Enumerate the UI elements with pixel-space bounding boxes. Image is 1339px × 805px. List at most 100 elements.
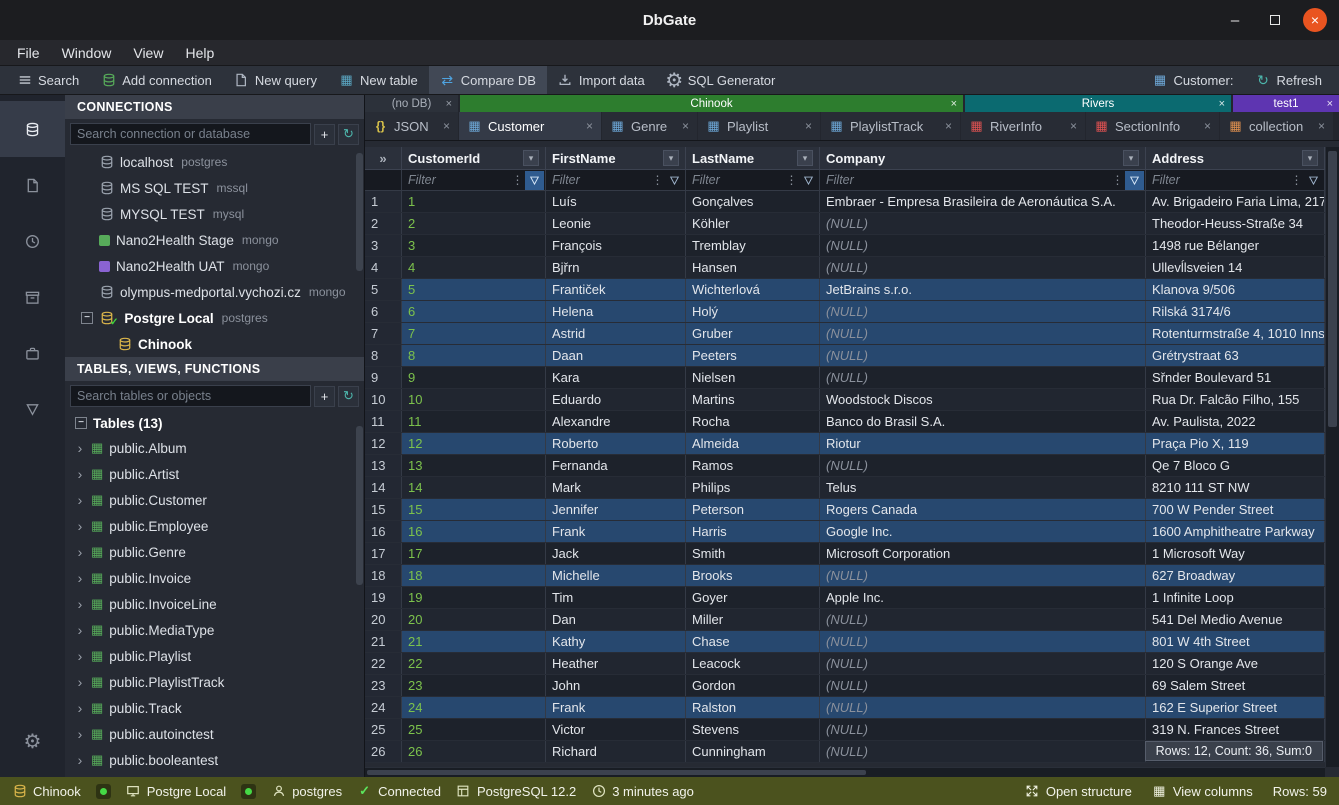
close-tab-icon[interactable]: × (443, 119, 450, 133)
close-tab-icon[interactable]: × (945, 119, 952, 133)
column-dropdown-icon[interactable]: ▾ (1123, 150, 1139, 166)
dbgroup-rivers[interactable]: Rivers× (965, 95, 1231, 112)
add-connection-small-button[interactable]: + (314, 124, 335, 145)
chevron-right-icon[interactable]: › (75, 648, 85, 664)
status-chinook[interactable]: Chinook (12, 784, 81, 799)
collapse-icon[interactable]: − (75, 417, 87, 429)
status-connected[interactable]: ✓Connected (357, 784, 441, 799)
minimize-button[interactable]: – (1223, 8, 1247, 32)
column-header-company[interactable]: Company▾ (820, 147, 1146, 169)
sidebar-files-button[interactable] (0, 157, 65, 213)
column-header-address[interactable]: Address▾ (1146, 147, 1325, 169)
chevron-right-icon[interactable]: › (75, 518, 85, 534)
table-row[interactable]: 77AstridGruber(NULL)Rotenturmstraße 4, 1… (365, 323, 1339, 345)
filter-input-customerid[interactable] (402, 173, 510, 187)
chevron-right-icon[interactable]: › (75, 492, 85, 508)
column-dropdown-icon[interactable]: ▾ (523, 150, 539, 166)
sidebar-settings-button[interactable]: ⚙ (0, 713, 65, 769)
collapse-icon[interactable]: − (81, 312, 93, 324)
chevron-right-icon[interactable]: › (75, 726, 85, 742)
tab-playlisttrack[interactable]: ▦PlaylistTrack× (821, 112, 960, 140)
filter-menu-icon[interactable]: ⋮ (784, 173, 799, 187)
filter-menu-icon[interactable]: ⋮ (650, 173, 665, 187)
table-row[interactable]: 44BjřrnHansen(NULL)Ullevĺlsveien 14 (365, 257, 1339, 279)
table-row[interactable]: 1919TimGoyerApple Inc.1 Infinite Loop (365, 587, 1339, 609)
table-row[interactable]: 11LuísGonçalvesEmbraer - Empresa Brasile… (365, 191, 1339, 213)
close-tab-icon[interactable]: × (586, 119, 593, 133)
filter-funnel-icon[interactable] (665, 171, 684, 190)
table-row[interactable]: 22LeonieKöhler(NULL)Theodor-Heuss-Straße… (365, 213, 1339, 235)
column-header-firstname[interactable]: FirstName▾ (546, 147, 686, 169)
filter-funnel-icon[interactable] (1304, 171, 1323, 190)
close-tab-icon[interactable]: × (1204, 119, 1211, 133)
filter-input-firstname[interactable] (546, 173, 650, 187)
filter-funnel-icon[interactable] (525, 171, 544, 190)
close-dbgroup-icon[interactable]: × (1327, 98, 1333, 110)
table-row[interactable]: 1010EduardoMartinsWoodstock DiscosRua Dr… (365, 389, 1339, 411)
status-postgre-local[interactable]: Postgre Local (126, 784, 227, 799)
vertical-scrollbar[interactable] (1325, 147, 1339, 767)
horizontal-scrollbar-thumb[interactable] (367, 770, 866, 775)
status-open-structure[interactable]: Open structure (1025, 784, 1132, 799)
column-dropdown-icon[interactable]: ▾ (663, 150, 679, 166)
table-item-public-artist[interactable]: ›▦public.Artist (65, 461, 364, 487)
status-postgres[interactable]: postgres (271, 784, 342, 799)
table-item-public-employee[interactable]: ›▦public.Employee (65, 513, 364, 539)
table-item-public-track[interactable]: ›▦public.Track (65, 695, 364, 721)
table-row[interactable]: 88DaanPeeters(NULL)Grétrystraat 63 (365, 345, 1339, 367)
maximize-button[interactable] (1263, 8, 1287, 32)
add-table-small-button[interactable]: + (314, 386, 335, 407)
close-tab-icon[interactable]: × (1070, 119, 1077, 133)
toolbar-compare-db-button[interactable]: ⇄Compare DB (429, 66, 547, 94)
dbgroup-chinook[interactable]: Chinook× (460, 95, 963, 112)
tab-json[interactable]: {}JSON× (365, 112, 458, 140)
tab-sectioninfo[interactable]: ▦SectionInfo× (1086, 112, 1219, 140)
tab-collection[interactable]: ▦collection× (1220, 112, 1333, 140)
table-row[interactable]: 1515JenniferPetersonRogers Canada700 W P… (365, 499, 1339, 521)
table-row[interactable]: 2525VictorStevens(NULL)319 N. Frances St… (365, 719, 1339, 741)
table-row[interactable]: 1212RobertoAlmeidaRioturPraça Pio X, 119 (365, 433, 1339, 455)
connection-item-olympus-medportal-vychozi-cz[interactable]: olympus-medportal.vychozi.czmongo (65, 279, 364, 305)
menu-file[interactable]: File (6, 42, 51, 64)
table-row[interactable]: 55FrantičekWichterlováJetBrains s.r.o.Kl… (365, 279, 1339, 301)
chevron-right-icon[interactable]: › (75, 596, 85, 612)
table-item-public-genre[interactable]: ›▦public.Genre (65, 539, 364, 565)
table-row[interactable]: 2424FrankRalston(NULL)162 E Superior Str… (365, 697, 1339, 719)
close-dbgroup-icon[interactable]: × (1219, 98, 1225, 110)
table-item-public-customer[interactable]: ›▦public.Customer (65, 487, 364, 513)
close-dbgroup-icon[interactable]: × (951, 98, 957, 110)
tab-playlist[interactable]: ▦Playlist× (698, 112, 820, 140)
sidebar-history-button[interactable] (0, 213, 65, 269)
column-header-lastname[interactable]: LastName▾ (686, 147, 820, 169)
connection-item-mysql-test[interactable]: MYSQL TESTmysql (65, 201, 364, 227)
table-row[interactable]: 1818MichelleBrooks(NULL)627 Broadway (365, 565, 1339, 587)
menu-view[interactable]: View (122, 42, 174, 64)
close-dbgroup-icon[interactable]: × (446, 98, 452, 110)
chevron-right-icon[interactable]: › (75, 622, 85, 638)
sidebar-connections-button[interactable] (0, 101, 65, 157)
close-button[interactable]: × (1303, 8, 1327, 32)
filter-input-address[interactable] (1146, 173, 1289, 187)
table-row[interactable]: 1414MarkPhilipsTelus8210 111 ST NW (365, 477, 1339, 499)
status-view-columns[interactable]: ▦View columns (1152, 784, 1253, 799)
status-postgresql-12-2[interactable]: PostgreSQL 12.2 (456, 784, 576, 799)
toolbar-new-table-button[interactable]: ▦New table (328, 66, 429, 94)
table-item-public-booleantest[interactable]: ›▦public.booleantest (65, 747, 364, 773)
table-row[interactable]: 2323JohnGordon(NULL)69 Salem Street (365, 675, 1339, 697)
column-header-customerid[interactable]: CustomerId▾ (402, 147, 546, 169)
vertical-scrollbar-thumb[interactable] (1328, 151, 1337, 427)
toolbar-customer-context-button[interactable]: ▦Customer: (1142, 66, 1245, 94)
chevron-right-icon[interactable]: › (75, 570, 85, 586)
toolbar-sql-generator-button[interactable]: ⚙SQL Generator (656, 66, 787, 94)
filter-input-lastname[interactable] (686, 173, 784, 187)
toolbar-refresh-button[interactable]: ↻Refresh (1244, 66, 1333, 94)
close-tab-icon[interactable]: × (1318, 119, 1325, 133)
database-item-chinook[interactable]: Chinook (65, 331, 364, 357)
table-row[interactable]: 2121KathyChase(NULL)801 W 4th Street (365, 631, 1339, 653)
table-row[interactable]: 1313FernandaRamos(NULL)Qe 7 Bloco G (365, 455, 1339, 477)
table-item-public-mediatype[interactable]: ›▦public.MediaType (65, 617, 364, 643)
tab-customer[interactable]: ▦Customer× (459, 112, 601, 140)
table-item-public-playlisttrack[interactable]: ›▦public.PlaylistTrack (65, 669, 364, 695)
table-row[interactable]: 99KaraNielsen(NULL)Sřnder Boulevard 51 (365, 367, 1339, 389)
menu-help[interactable]: Help (174, 42, 225, 64)
